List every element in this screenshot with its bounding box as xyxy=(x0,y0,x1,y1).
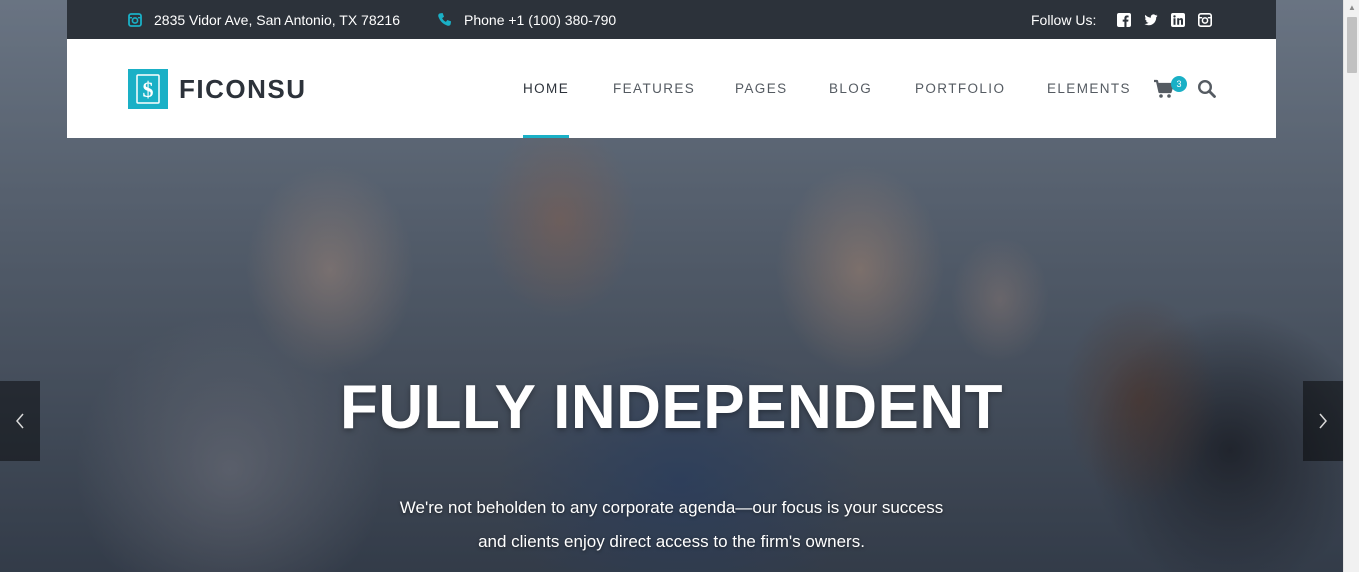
hero-subtitle-line-1: We're not beholden to any corporate agen… xyxy=(399,498,944,517)
nav-features[interactable]: FEATURES xyxy=(613,39,695,138)
svg-text:$: $ xyxy=(143,77,154,102)
follow-us: Follow Us: xyxy=(1031,0,1213,39)
nav-pages[interactable]: PAGES xyxy=(735,39,788,138)
address-text: 2835 Vidor Ave, San Antonio, TX 78216 xyxy=(154,11,400,28)
address-item: 2835 Vidor Ave, San Antonio, TX 78216 xyxy=(128,0,400,39)
nav-blog[interactable]: BLOG xyxy=(829,39,872,138)
search-icon[interactable] xyxy=(1197,79,1217,99)
hero-subtitle-line-2: and clients enjoy direct access to the f… xyxy=(478,532,865,551)
main-header: $ FICONSU HOME FEATURES PAGES BLOG PORTF… xyxy=(67,39,1276,138)
instagram-icon[interactable] xyxy=(1197,12,1213,28)
phone-text: Phone +1 (100) 380-790 xyxy=(464,11,617,28)
top-bar: 2835 Vidor Ave, San Antonio, TX 78216 Ph… xyxy=(67,0,1276,39)
cart-count-badge: 3 xyxy=(1171,76,1187,92)
nav-home[interactable]: HOME xyxy=(523,39,570,138)
nav-elements[interactable]: ELEMENTS xyxy=(1047,39,1131,138)
facebook-icon[interactable] xyxy=(1116,12,1132,28)
scroll-up-arrow-icon[interactable]: ▲ xyxy=(1344,0,1359,16)
hero-title: FULLY INDEPENDENT xyxy=(339,373,1004,442)
phone-item: Phone +1 (100) 380-790 xyxy=(437,0,616,39)
logo-text: FICONSU xyxy=(179,73,307,104)
logo[interactable]: $ FICONSU xyxy=(128,69,307,109)
scrollbar-thumb[interactable] xyxy=(1347,17,1357,73)
follow-label: Follow Us: xyxy=(1031,11,1097,28)
twitter-icon[interactable] xyxy=(1143,12,1159,28)
nav-portfolio[interactable]: PORTFOLIO xyxy=(915,39,1005,138)
linkedin-icon[interactable] xyxy=(1170,12,1186,28)
social-links xyxy=(1108,12,1213,28)
instagram-icon xyxy=(128,12,142,27)
page-scrollbar[interactable]: ▲ xyxy=(1343,0,1359,572)
phone-icon xyxy=(437,12,452,27)
dollar-logo-icon: $ xyxy=(128,69,168,109)
